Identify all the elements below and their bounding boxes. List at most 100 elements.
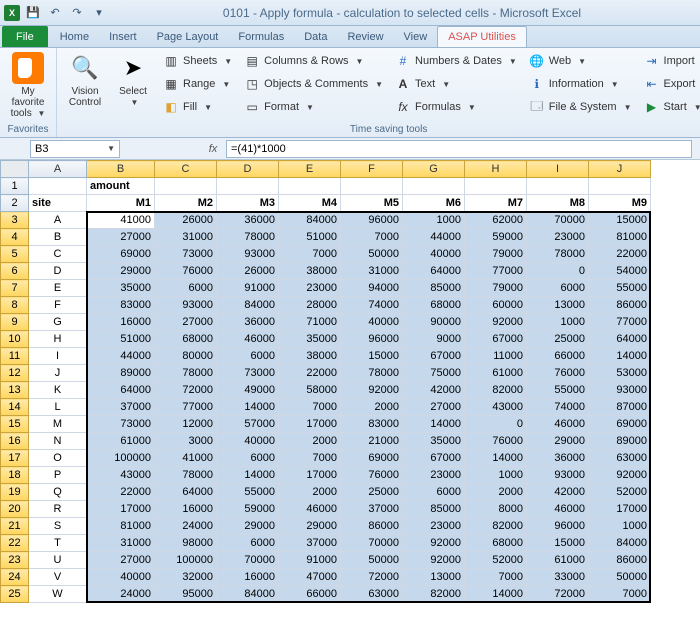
cell-E20[interactable]: 46000 (279, 501, 341, 518)
cell-I2[interactable]: M8 (527, 195, 589, 212)
cell-J10[interactable]: 64000 (589, 331, 651, 348)
cell-D3[interactable]: 36000 (217, 212, 279, 229)
cell-J20[interactable]: 17000 (589, 501, 651, 518)
row-header-23[interactable]: 23 (1, 552, 29, 569)
cell-F20[interactable]: 37000 (341, 501, 403, 518)
cell-C9[interactable]: 27000 (155, 314, 217, 331)
cell-H17[interactable]: 14000 (465, 450, 527, 467)
cell-B24[interactable]: 40000 (87, 569, 155, 586)
cell-H5[interactable]: 79000 (465, 246, 527, 263)
cell-F23[interactable]: 50000 (341, 552, 403, 569)
cell-A22[interactable]: T (29, 535, 87, 552)
cell-E18[interactable]: 17000 (279, 467, 341, 484)
row-header-9[interactable]: 9 (1, 314, 29, 331)
cell-I3[interactable]: 70000 (527, 212, 589, 229)
cell-E2[interactable]: M4 (279, 195, 341, 212)
cell-D8[interactable]: 84000 (217, 297, 279, 314)
cell-A24[interactable]: V (29, 569, 87, 586)
cell-A17[interactable]: O (29, 450, 87, 467)
cell-E9[interactable]: 71000 (279, 314, 341, 331)
cell-J6[interactable]: 54000 (589, 263, 651, 280)
cell-E21[interactable]: 29000 (279, 518, 341, 535)
cell-D10[interactable]: 46000 (217, 331, 279, 348)
row-header-21[interactable]: 21 (1, 518, 29, 535)
column-header-E[interactable]: E (279, 161, 341, 178)
cell-E4[interactable]: 51000 (279, 229, 341, 246)
web-menu[interactable]: 🌐Web▼ (525, 50, 636, 72)
row-header-2[interactable]: 2 (1, 195, 29, 212)
cell-A8[interactable]: F (29, 297, 87, 314)
cell-F5[interactable]: 50000 (341, 246, 403, 263)
cell-I5[interactable]: 78000 (527, 246, 589, 263)
cell-E7[interactable]: 23000 (279, 280, 341, 297)
cell-H1[interactable] (465, 178, 527, 195)
cell-C12[interactable]: 78000 (155, 365, 217, 382)
cell-H12[interactable]: 61000 (465, 365, 527, 382)
cell-J17[interactable]: 63000 (589, 450, 651, 467)
cell-E16[interactable]: 2000 (279, 433, 341, 450)
cell-A23[interactable]: U (29, 552, 87, 569)
cell-F9[interactable]: 40000 (341, 314, 403, 331)
column-header-F[interactable]: F (341, 161, 403, 178)
cell-D14[interactable]: 14000 (217, 399, 279, 416)
cell-J9[interactable]: 77000 (589, 314, 651, 331)
information-menu[interactable]: ℹInformation▼ (525, 73, 636, 95)
cell-F12[interactable]: 78000 (341, 365, 403, 382)
cell-A20[interactable]: R (29, 501, 87, 518)
tab-data[interactable]: Data (294, 26, 337, 47)
cell-A12[interactable]: J (29, 365, 87, 382)
tab-review[interactable]: Review (337, 26, 393, 47)
cell-C10[interactable]: 68000 (155, 331, 217, 348)
cell-H6[interactable]: 77000 (465, 263, 527, 280)
cell-D13[interactable]: 49000 (217, 382, 279, 399)
cell-G6[interactable]: 64000 (403, 263, 465, 280)
export-menu[interactable]: ⇤Export▼ (640, 73, 700, 95)
cell-I1[interactable] (527, 178, 589, 195)
column-header-D[interactable]: D (217, 161, 279, 178)
cell-F17[interactable]: 69000 (341, 450, 403, 467)
cell-D15[interactable]: 57000 (217, 416, 279, 433)
cell-J12[interactable]: 53000 (589, 365, 651, 382)
cell-A2[interactable]: site (29, 195, 87, 212)
cell-F6[interactable]: 31000 (341, 263, 403, 280)
cell-F2[interactable]: M5 (341, 195, 403, 212)
cell-C19[interactable]: 64000 (155, 484, 217, 501)
cell-B13[interactable]: 64000 (87, 382, 155, 399)
cell-B3[interactable]: 41000 (87, 212, 155, 229)
cell-J4[interactable]: 81000 (589, 229, 651, 246)
cell-D9[interactable]: 36000 (217, 314, 279, 331)
cell-A18[interactable]: P (29, 467, 87, 484)
cell-B12[interactable]: 89000 (87, 365, 155, 382)
cell-C14[interactable]: 77000 (155, 399, 217, 416)
cell-B1[interactable]: amount (87, 178, 155, 195)
cell-D2[interactable]: M3 (217, 195, 279, 212)
cell-I24[interactable]: 33000 (527, 569, 589, 586)
cell-G21[interactable]: 23000 (403, 518, 465, 535)
cell-F25[interactable]: 63000 (341, 586, 403, 603)
cell-D23[interactable]: 70000 (217, 552, 279, 569)
cell-G3[interactable]: 1000 (403, 212, 465, 229)
cell-B15[interactable]: 73000 (87, 416, 155, 433)
cell-G9[interactable]: 90000 (403, 314, 465, 331)
cell-B25[interactable]: 24000 (87, 586, 155, 603)
cell-C6[interactable]: 76000 (155, 263, 217, 280)
cell-A4[interactable]: B (29, 229, 87, 246)
cell-A21[interactable]: S (29, 518, 87, 535)
cell-C15[interactable]: 12000 (155, 416, 217, 433)
qat-customize[interactable]: ▾ (90, 4, 108, 22)
cell-H18[interactable]: 1000 (465, 467, 527, 484)
row-header-13[interactable]: 13 (1, 382, 29, 399)
cell-A14[interactable]: L (29, 399, 87, 416)
cell-A11[interactable]: I (29, 348, 87, 365)
cell-J13[interactable]: 93000 (589, 382, 651, 399)
cell-I11[interactable]: 66000 (527, 348, 589, 365)
cell-E13[interactable]: 58000 (279, 382, 341, 399)
cell-G16[interactable]: 35000 (403, 433, 465, 450)
cell-F4[interactable]: 7000 (341, 229, 403, 246)
sheets-menu[interactable]: ▥Sheets▼ (159, 50, 236, 72)
cell-H11[interactable]: 11000 (465, 348, 527, 365)
cell-J16[interactable]: 89000 (589, 433, 651, 450)
cell-E15[interactable]: 17000 (279, 416, 341, 433)
row-header-8[interactable]: 8 (1, 297, 29, 314)
cell-G17[interactable]: 67000 (403, 450, 465, 467)
